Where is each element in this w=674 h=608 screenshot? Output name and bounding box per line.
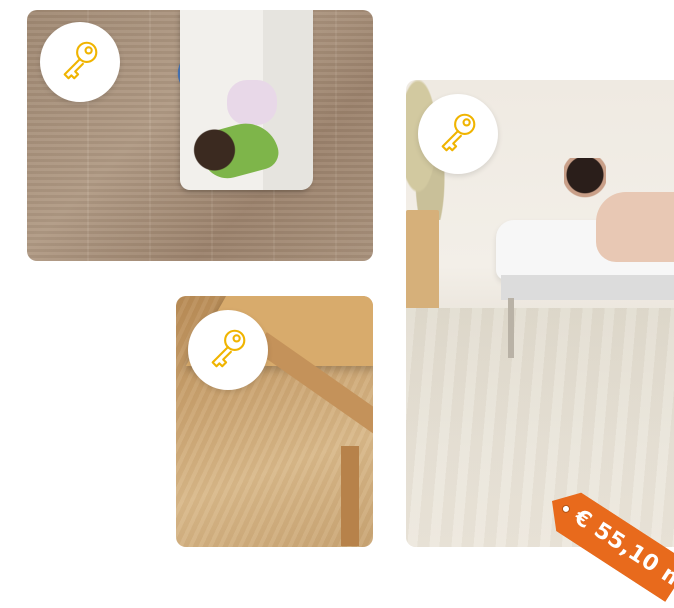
key-badge[interactable] [40, 22, 120, 102]
woman-head [564, 158, 606, 206]
bench-leg [341, 446, 359, 546]
bed-leg [508, 298, 514, 358]
tag-hole [560, 503, 571, 514]
key-icon [435, 109, 481, 160]
key-icon [205, 325, 251, 376]
key-badge[interactable] [418, 94, 498, 174]
key-badge[interactable] [188, 310, 268, 390]
woman-body [596, 192, 674, 262]
key-icon [57, 37, 103, 88]
light-wood-floor [406, 308, 674, 547]
adult-head [187, 105, 242, 180]
bed-frame [501, 275, 674, 300]
